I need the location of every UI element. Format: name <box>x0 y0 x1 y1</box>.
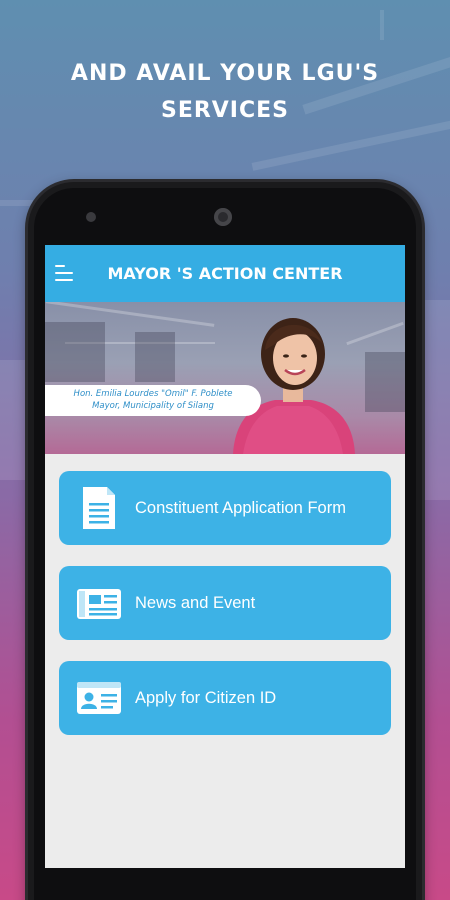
mayor-name: Hon. Emilia Lourdes "Omil" F. Poblete <box>73 389 233 399</box>
app-title: MAYOR 'S ACTION CENTER <box>107 264 343 283</box>
phone-frame: MAYOR 'S ACTION CENTER Hon. Emilia Lourd… <box>28 182 422 900</box>
news-and-event-button[interactable]: News and Event <box>59 566 391 640</box>
mayor-caption: Hon. Emilia Lourdes "Omil" F. Poblete Ma… <box>45 385 261 416</box>
menu-item-label: Constituent Application Form <box>135 499 346 517</box>
apply-for-citizen-id-button[interactable]: Apply for Citizen ID <box>59 661 391 735</box>
id-card-icon <box>77 682 121 714</box>
phone-camera-icon <box>214 208 232 226</box>
app-screen: MAYOR 'S ACTION CENTER Hon. Emilia Lourd… <box>45 245 405 868</box>
constituent-application-form-button[interactable]: Constituent Application Form <box>59 471 391 545</box>
mayor-portrait <box>233 318 355 454</box>
app-bar: MAYOR 'S ACTION CENTER <box>45 245 405 302</box>
phone-speaker-icon <box>86 212 96 222</box>
menu-item-label: Apply for Citizen ID <box>135 689 277 707</box>
mayor-banner: Hon. Emilia Lourdes "Omil" F. Poblete Ma… <box>45 302 405 454</box>
document-icon <box>83 487 115 529</box>
promo-headline: AND AVAIL YOUR LGU'S SERVICES <box>0 55 450 129</box>
hamburger-menu-icon[interactable] <box>55 265 73 281</box>
mayor-position: Mayor, Municipality of Silang <box>92 401 214 411</box>
menu-item-label: News and Event <box>135 594 256 612</box>
promo-headline-line2: SERVICES <box>160 98 290 123</box>
phone-bottom-bezel <box>45 868 405 900</box>
newspaper-icon <box>77 589 121 619</box>
promo-headline-line1: AND AVAIL YOUR LGU'S <box>70 61 380 86</box>
